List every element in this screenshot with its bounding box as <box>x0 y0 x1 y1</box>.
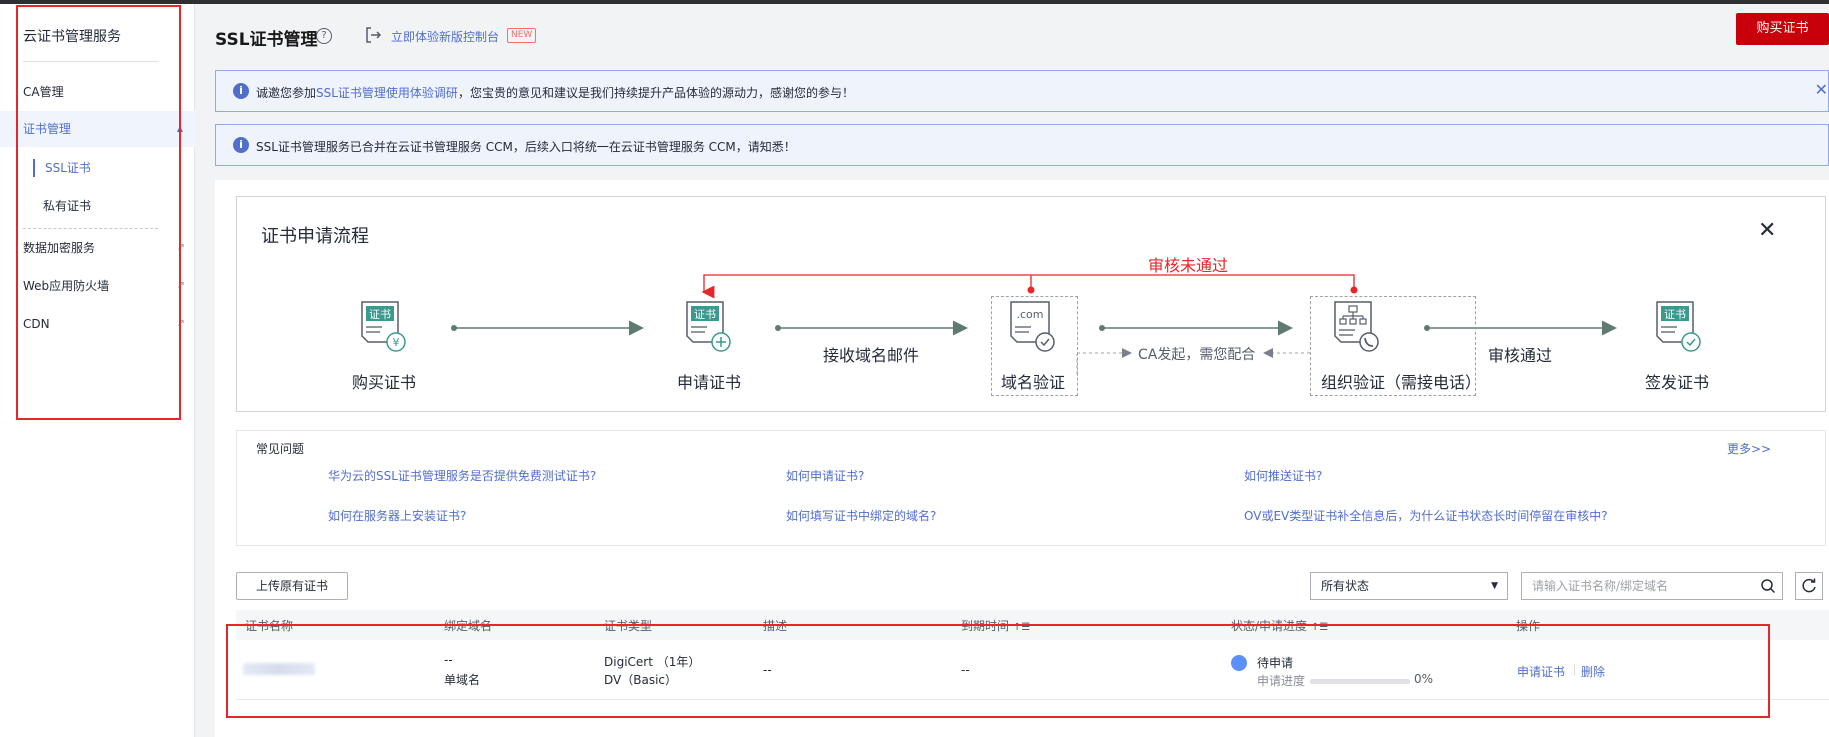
cell-progress-label: 申请进度 <box>1257 674 1306 688</box>
certificate-issued-icon: 证书 <box>1656 301 1701 352</box>
sort-icon[interactable]: ↑☰ <box>1013 622 1030 633</box>
chevron-down-icon: ▼ <box>1491 581 1498 591</box>
apply-certificate-link[interactable]: 申请证书 <box>1517 663 1565 680</box>
cell-cert-type: DigiCert （1年） <box>604 655 701 669</box>
cell-status: 待申请 <box>1257 656 1294 670</box>
cell-cert-level: DV（Basic） <box>604 673 678 687</box>
reject-label: 审核未通过 <box>1148 256 1229 275</box>
cell-description: -- <box>763 663 772 677</box>
cell-expire: -- <box>961 663 970 677</box>
column-header-expire[interactable]: 到期时间 ↑☰ <box>961 617 1030 634</box>
search-input[interactable] <box>1522 573 1742 599</box>
column-header-description: 描述 <box>763 619 788 633</box>
icon-cert-text: 证书 <box>694 308 716 321</box>
faq-link[interactable]: 如何在服务器上安装证书? <box>328 507 466 524</box>
status-filter-select[interactable]: 所有状态 ▼ <box>1310 572 1508 600</box>
progress-bar <box>1310 679 1410 684</box>
flow-arrow <box>1099 320 1293 336</box>
cell-domain-type: 单域名 <box>444 673 481 687</box>
certificate-yuan-icon: 证书 ¥ <box>361 301 406 352</box>
pending-status-icon <box>1231 655 1247 671</box>
step-apply: 申请证书 <box>677 373 742 392</box>
step-buy: 购买证书 <box>352 373 417 392</box>
icon-cert-text: 证书 <box>369 308 391 321</box>
flow-arrow <box>775 320 968 336</box>
step-domain-validation: 域名验证 <box>1001 373 1066 392</box>
flow-arrow <box>451 320 644 336</box>
column-header-actions: 操作 <box>1516 619 1541 633</box>
cell-domain: -- <box>444 653 453 667</box>
upload-certificate-button[interactable]: 上传原有证书 <box>236 572 348 600</box>
faq-card <box>236 430 1826 546</box>
faq-link[interactable]: OV或EV类型证书补全信息后，为什么证书状态长时间停留在审核中? <box>1244 507 1608 524</box>
column-header-label: 到期时间 <box>961 619 1010 633</box>
reject-path <box>701 274 1358 299</box>
svg-text:¥: ¥ <box>393 336 400 349</box>
column-header-type: 证书类型 <box>604 619 653 633</box>
edge-ca-label: CA发起，需您配合 <box>1138 347 1256 363</box>
column-header-name: 证书名称 <box>245 619 294 633</box>
faq-link[interactable]: 如何申请证书? <box>786 467 864 484</box>
certificate-name-redacted[interactable] <box>243 663 315 675</box>
faq-title: 常见问题 <box>256 442 305 456</box>
faq-link[interactable]: 如何填写证书中绑定的域名? <box>786 507 936 524</box>
column-header-label: 状态/申请进度 <box>1231 619 1308 633</box>
sort-icon[interactable]: ↑☰ <box>1311 622 1328 633</box>
search-icon[interactable] <box>1760 578 1776 594</box>
edge-approved: 审核通过 <box>1488 346 1553 365</box>
step-org-validation: 组织验证（需接电话） <box>1321 373 1482 392</box>
search-field[interactable] <box>1521 572 1783 600</box>
status-filter-value: 所有状态 <box>1321 579 1370 593</box>
refresh-icon <box>1802 578 1816 593</box>
flow-dashed-arrow <box>1076 348 1132 374</box>
edge-receive-mail: 接收域名邮件 <box>823 346 920 365</box>
column-header-status[interactable]: 状态/申请进度 ↑☰ <box>1231 617 1328 634</box>
column-header-domain: 绑定域名 <box>444 619 493 633</box>
faq-more-link[interactable]: 更多>> <box>1727 440 1771 457</box>
step-issue: 签发证书 <box>1645 373 1710 392</box>
certificate-add-icon: 证书 <box>686 301 731 352</box>
cell-progress-value: 0% <box>1414 672 1434 686</box>
faq-link[interactable]: 如何推送证书? <box>1244 467 1322 484</box>
delete-link[interactable]: 删除 <box>1581 663 1605 680</box>
faq-link[interactable]: 华为云的SSL证书管理服务是否提供免费测试证书? <box>328 467 596 484</box>
action-divider <box>1574 664 1575 676</box>
icon-cert-text: 证书 <box>1664 308 1686 321</box>
refresh-button[interactable] <box>1795 572 1823 600</box>
